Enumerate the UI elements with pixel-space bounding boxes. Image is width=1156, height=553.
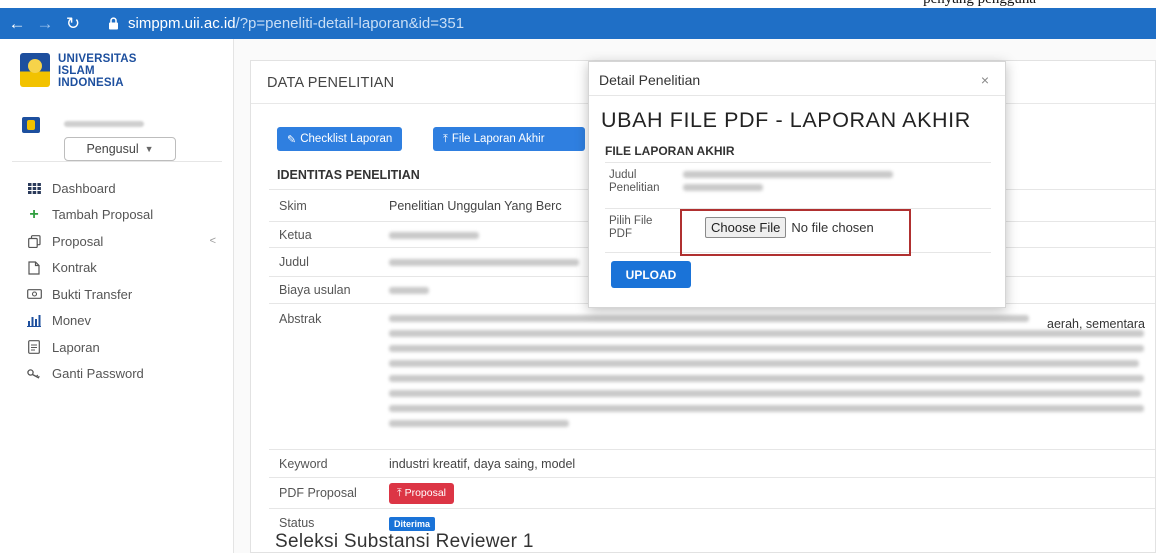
ketua-label: Ketua [269,221,379,248]
university-logo[interactable]: UNIVERSITAS ISLAM INDONESIA [20,53,137,89]
no-file-text: No file chosen [791,220,874,235]
modal-subheading: FILE LAPORAN AKHIR [605,144,735,158]
money-icon [26,289,42,300]
key-icon [26,369,42,379]
abstrak-value: aerah, sementara [379,303,1155,450]
chevron-down-icon: ▼ [144,144,154,154]
pdf-proposal-label: PDF Proposal [269,477,379,509]
browser-address-bar: ← → ↻ simppm.uii.ac.id/?p=peneliti-detai… [0,8,1156,39]
table-row: Keyword industri kreatif, daya saing, mo… [269,449,1155,478]
identitas-penelitian-heading: IDENTITAS PENELITIAN [277,168,420,182]
sidebar-item-laporan[interactable]: Laporan [26,334,226,361]
copy-icon [26,234,42,248]
university-emblem-icon [20,53,50,87]
upload-icon: ⤒ [443,132,448,145]
seleksi-substansi-heading: Seleksi Substansi Reviewer 1 [275,531,534,552]
skim-label: Skim [269,189,379,222]
url-field[interactable]: simppm.uii.ac.id/?p=peneliti-detail-lapo… [128,15,464,32]
sidebar: UNIVERSITAS ISLAM INDONESIA Pengusul ▼ Da… [0,39,234,553]
proposal-download-button[interactable]: ⤒ Proposal [389,482,455,504]
plus-icon: + [29,205,39,223]
back-arrow-icon[interactable]: ← [6,13,28,35]
sidebar-item-proposal[interactable]: Proposal < [26,228,226,255]
modal-header: Detail Penelitian × [589,62,1005,96]
modal-heading: UBAH FILE PDF - LAPORAN AKHIR [601,108,971,132]
table-row: PDF Proposal ⤒ Proposal [269,477,1155,509]
abstrak-visible-fragment: aerah, sementara [1047,317,1145,331]
abstrak-text-redacted: aerah, sementara [389,315,1145,427]
avatar [22,117,40,133]
table-row: Judul Penelitian [605,162,991,209]
forward-arrow-icon[interactable]: → [34,13,56,35]
judul-label: Judul [269,247,379,277]
modal-title: Detail Penelitian [599,72,701,88]
download-icon: ⤒ [397,486,402,499]
reload-icon[interactable]: ↻ [62,13,84,35]
lock-icon [106,17,120,31]
sidebar-item-kontrak[interactable]: Kontrak [26,255,226,282]
file-icon [26,261,42,275]
abstrak-label: Abstrak [269,303,379,450]
judul-penelitian-label: Judul Penelitian [605,162,679,209]
sidebar-item-monev[interactable]: Monev [26,308,226,335]
choose-file-button[interactable]: Choose File [705,217,787,238]
close-icon[interactable]: × [981,72,989,88]
status-badge: Diterima [389,516,436,531]
pilih-file-label: Pilih File PDF [605,208,679,253]
file-input[interactable]: Choose File No file chosen [705,217,874,238]
user-name-redacted [64,121,144,127]
sidebar-item-tambah-proposal[interactable]: + Tambah Proposal [26,202,226,229]
url-host: simppm.uii.ac.id [128,15,236,32]
file-laporan-akhir-button[interactable]: ⤒ File Laporan Akhir [433,127,585,151]
url-path: /?p=peneliti-detail-laporan&id=351 [235,15,465,32]
edit-icon: ✎ [287,133,297,146]
document-icon [26,340,42,355]
sidebar-item-dashboard[interactable]: Dashboard [26,175,226,202]
university-name: UNIVERSITAS ISLAM INDONESIA [58,53,137,89]
judul-penelitian-value-redacted [679,162,991,209]
chevron-left-icon: < [209,235,216,248]
sidebar-item-ganti-password[interactable]: Ganti Password [26,361,226,388]
card-title: DATA PENELITIAN [267,75,395,91]
document-caption-strip: penyang pengguna [0,0,1156,8]
document-caption: penyang pengguna [923,0,1036,8]
role-select[interactable]: Pengusul ▼ [64,137,176,161]
grid-icon [26,182,42,194]
upload-button[interactable]: UPLOAD [611,261,691,288]
sidebar-divider [12,161,222,162]
keyword-value: industri kreatif, daya saing, model [379,449,1155,478]
pdf-proposal-cell: ⤒ Proposal [379,477,1155,509]
biaya-label: Biaya usulan [269,276,379,304]
checklist-laporan-button[interactable]: ✎ Checklist Laporan [277,127,403,151]
sidebar-item-bukti-transfer[interactable]: Bukti Transfer [26,281,226,308]
bar-chart-icon [26,314,42,327]
table-row: Abstrak aerah, sementara [269,303,1155,450]
sidebar-menu: Dashboard + Tambah Proposal Proposal < K… [26,175,226,387]
keyword-label: Keyword [269,449,379,478]
